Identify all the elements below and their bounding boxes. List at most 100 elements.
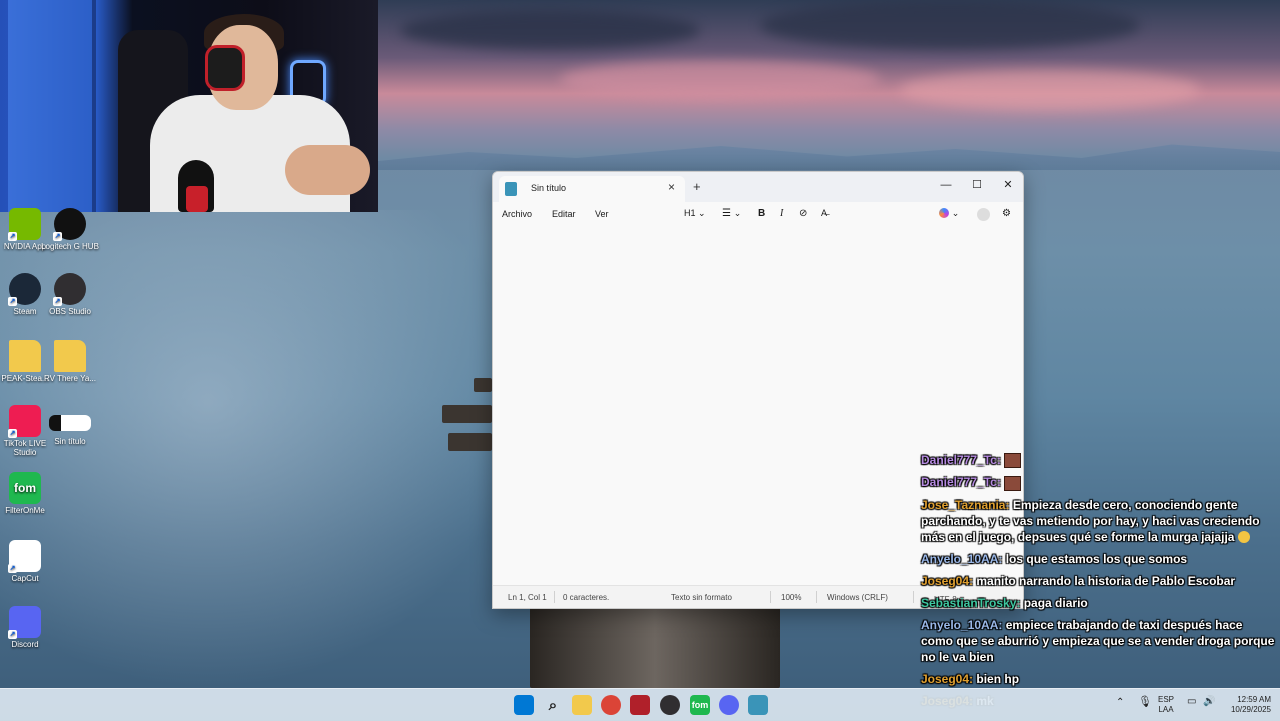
notepad-file-icon	[49, 415, 91, 431]
chat-username: Anyelo_10AA:	[921, 551, 1003, 566]
copilot-button[interactable]: ⌄	[939, 208, 959, 219]
chat-message: Daniel777_Tc:	[921, 452, 1276, 469]
clear-formatting-icon[interactable]: A̶	[821, 208, 827, 218]
desktop-icon-label: Discord	[11, 640, 39, 649]
line-ending: Windows (CRLF)	[827, 593, 888, 602]
desktop-icon-label: Logitech G HUB	[41, 242, 99, 251]
folder-icon	[54, 340, 86, 372]
chat-username: Anyelo_10AA:	[921, 617, 1003, 632]
language-code: ESP	[1158, 695, 1175, 704]
shortcut-arrow-icon: ↗	[8, 630, 17, 639]
discord-icon[interactable]	[719, 695, 739, 715]
desktop-icon-label: FilterOnMe	[5, 506, 45, 515]
network-icon[interactable]: ▭	[1187, 697, 1196, 707]
heading-dropdown[interactable]: H1 ⌄	[684, 208, 706, 219]
shortcut-arrow-icon: ↗	[53, 297, 62, 306]
desktop-icon[interactable]: RV There Ya...	[40, 340, 100, 383]
format-indicator[interactable]: Texto sin formato	[671, 593, 732, 602]
notepad-icon[interactable]	[748, 695, 768, 715]
date: 10/29/2025	[1230, 705, 1271, 714]
copilot-icon	[939, 208, 949, 219]
windows-start-icon[interactable]	[514, 695, 534, 715]
italic-button[interactable]: I	[780, 208, 783, 219]
webcam-overlay	[0, 0, 378, 212]
desktop-icon-label: CapCut	[11, 574, 39, 583]
capcut-icon: ↗	[8, 540, 41, 573]
file-explorer-icon[interactable]	[572, 695, 592, 715]
desktop-icon[interactable]: fom FilterOnMe	[0, 472, 55, 515]
taskbar: ⌕ fom ⌃ 🎙 ESP LAA ▭ 🔊 12:59 AM 10/29/2025	[0, 688, 1280, 721]
heading-label: H1	[684, 208, 696, 218]
desktop-icon-label: OBS Studio	[49, 307, 91, 316]
shortcut-arrow-icon: ↗	[8, 564, 17, 573]
chat-username: Jose_Taznania:	[921, 497, 1010, 512]
desktop-icon[interactable]: Sin título	[40, 405, 100, 446]
maximize-button[interactable]: ☐	[962, 174, 992, 196]
chat-text: bien hp	[976, 671, 1020, 686]
chat-message: Anyelo_10AA: empiece trabajando de taxi …	[921, 617, 1276, 665]
desktop-icon-label: RV There Ya...	[44, 374, 96, 383]
nvidia-icon: ↗	[8, 208, 41, 241]
chevron-down-icon: ⌄	[698, 208, 706, 218]
chrome-icon[interactable]	[601, 695, 621, 715]
microphone-icon[interactable]: 🎙	[1138, 697, 1152, 708]
chat-emote-icon	[1004, 453, 1022, 469]
desktop-icon[interactable]: ↗ CapCut	[0, 540, 55, 583]
chat-message: Joseg04: manito narrando la historia de …	[921, 573, 1276, 589]
time: 12:59 AM	[1237, 695, 1271, 704]
volume-icon[interactable]: 🔊	[1203, 697, 1215, 707]
shortcut-arrow-icon: ↗	[8, 429, 17, 438]
zoom-level: 100%	[781, 593, 802, 602]
chevron-up-icon[interactable]: ⌃	[1116, 698, 1124, 708]
desktop-icon[interactable]: ↗ Logitech G HUB	[40, 208, 100, 251]
shortcut-arrow-icon: ↗	[53, 232, 62, 241]
notepad-icon	[505, 182, 517, 196]
chat-text: paga diario	[1023, 595, 1088, 610]
desktop-icon[interactable]: ↗ Discord	[0, 606, 55, 649]
menu-ver[interactable]: Ver	[595, 209, 609, 219]
link-icon[interactable]: ⊘	[799, 208, 807, 219]
discord-icon: ↗	[8, 606, 41, 639]
keyboard-layout: LAA	[1158, 705, 1174, 714]
chat-message: Joseg04: bien hp	[921, 671, 1276, 687]
search-icon[interactable]: ⌕	[543, 695, 563, 715]
chat-username: Daniel777_Tc:	[921, 453, 1001, 467]
shortcut-arrow-icon: ↗	[8, 297, 17, 306]
filteronme-icon[interactable]: fom	[690, 695, 710, 715]
chat-message: Jose_Taznania: Empieza desde cero, conoc…	[921, 497, 1276, 545]
obs-icon[interactable]	[660, 695, 680, 715]
chevron-down-icon: ⌄	[951, 208, 960, 218]
clock[interactable]: 12:59 AM 10/29/2025	[1225, 695, 1271, 715]
chat-message: Anyelo_10AA: los que estamos los que som…	[921, 551, 1276, 567]
chevron-down-icon: ⌄	[733, 208, 742, 218]
tab-sin-titulo[interactable]: Sin título ×	[499, 176, 685, 202]
settings-gear-icon[interactable]: ⚙	[1002, 208, 1011, 219]
close-button[interactable]: ✕	[993, 174, 1023, 196]
character-count: 0 caracteres.	[563, 593, 610, 602]
title-bar[interactable]: Sin título × + — ☐ ✕	[493, 172, 1023, 202]
video-editor-icon[interactable]	[630, 695, 650, 715]
chat-message: Daniel777_Tc:	[921, 474, 1276, 491]
bold-button[interactable]: B	[758, 208, 765, 219]
minimize-button[interactable]: —	[931, 174, 961, 196]
account-icon[interactable]	[977, 208, 990, 221]
tiktok-icon: ↗	[8, 405, 41, 438]
chat-username: Joseg04:	[921, 671, 974, 686]
chat-message: SebastianTrosky: paga diario	[921, 595, 1276, 611]
cursor-position: Ln 1, Col 1	[508, 593, 547, 602]
steam-icon: ↗	[8, 273, 41, 306]
close-tab-icon[interactable]: ×	[668, 180, 675, 194]
desktop-icon[interactable]: ↗ OBS Studio	[40, 273, 100, 316]
filteronme-icon: fom	[9, 472, 41, 504]
stream-chat-overlay: Daniel777_Tc: Daniel777_Tc: Jose_Taznani…	[921, 452, 1276, 715]
chat-username: SebastianTrosky:	[921, 595, 1021, 610]
menu-archivo[interactable]: Archivo	[502, 209, 532, 219]
list-dropdown[interactable]: ☰ ⌄	[722, 208, 741, 219]
language-indicator[interactable]: ESP LAA	[1158, 695, 1174, 715]
desktop-icon-label: Sin título	[54, 437, 86, 446]
new-tab-button[interactable]: +	[693, 179, 701, 194]
menu-editar[interactable]: Editar	[552, 209, 576, 219]
folder-icon	[9, 340, 41, 372]
logitech-g-icon: ↗	[53, 208, 86, 241]
tab-title: Sin título	[531, 183, 567, 193]
